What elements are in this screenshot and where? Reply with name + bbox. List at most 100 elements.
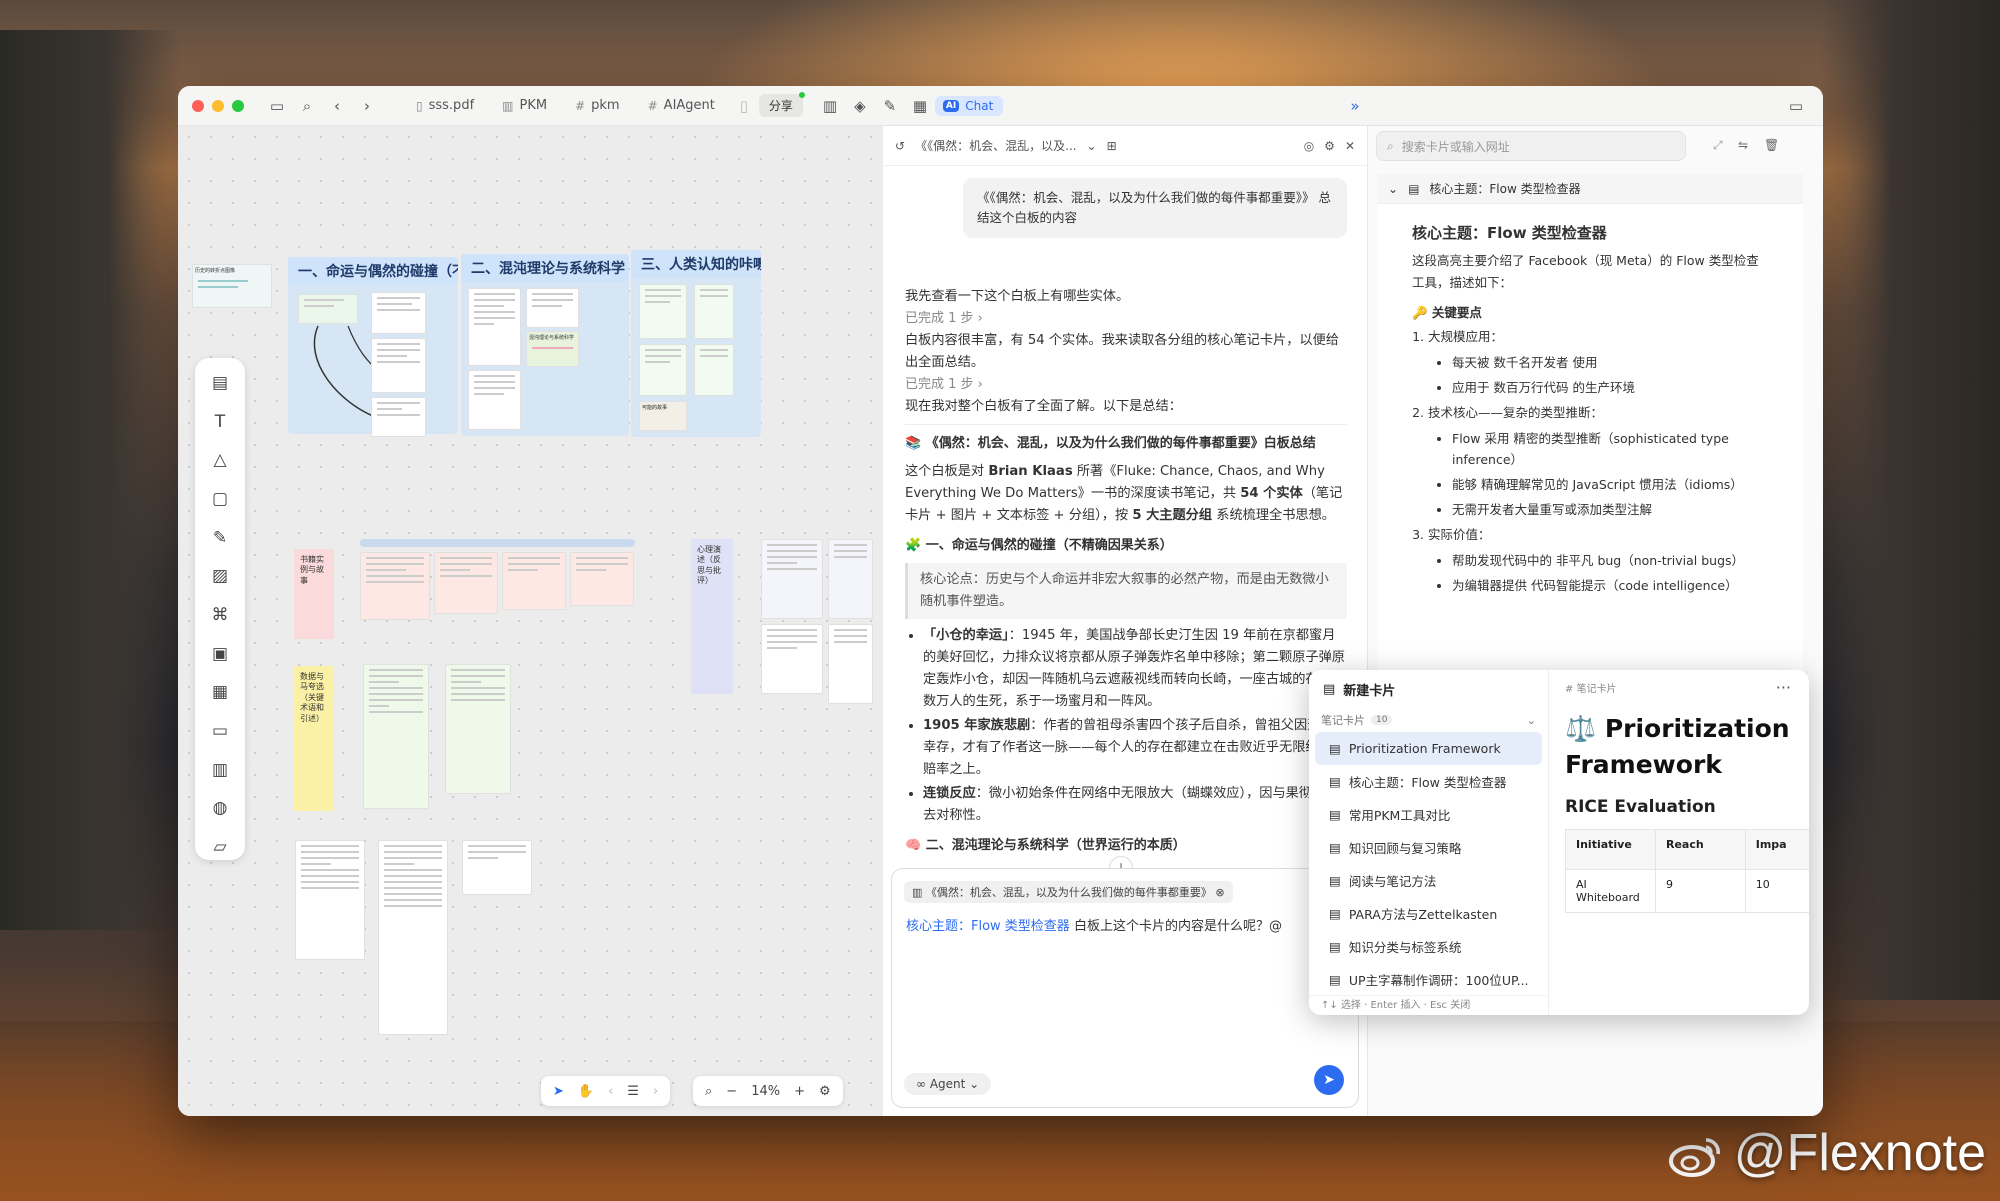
shapes-icon[interactable]: △ [206,447,234,473]
new-card-button[interactable]: ▤ 新建卡片 [1309,670,1548,708]
zoom-out-icon[interactable]: − [726,1084,737,1099]
text-icon[interactable]: T [206,409,234,435]
settings-icon[interactable]: ⚙ [819,1084,831,1099]
note-card[interactable] [468,288,521,366]
note-card[interactable] [360,552,430,620]
forward-icon[interactable]: › [352,93,382,119]
note-card[interactable] [570,552,634,606]
note-card[interactable] [445,664,511,794]
pdf-import-icon[interactable]: ▨ [206,563,234,589]
settings-icon[interactable]: ⚙ [1324,139,1335,153]
step-done[interactable]: 已完成 1 步 › [905,308,1347,330]
step-done[interactable]: 已完成 1 步 › [905,374,1347,396]
note-card[interactable] [298,294,358,324]
send-icon[interactable]: ➤ [1314,1065,1344,1095]
note-card[interactable] [371,397,426,437]
popup-item[interactable]: ▤ 核心主题：Flow 类型检查器 [1315,765,1542,798]
prev-icon[interactable]: ‹ [608,1084,613,1099]
tab-pkm-map[interactable]: ▥ PKM [488,92,561,120]
trash-icon[interactable]: 🗑 [1764,138,1779,152]
note-card[interactable] [828,624,873,704]
database-icon[interactable]: ◎ [1304,139,1314,153]
popup-item[interactable]: ▤ 阅读与笔记方法 [1315,864,1542,897]
note-card[interactable] [363,664,429,809]
calendar-icon[interactable]: ▦ [905,93,935,119]
popup-item[interactable]: ▤ UP主字幕制作调研：100位UP... [1315,963,1542,996]
share-button[interactable]: 分享 [758,92,805,117]
zoom-window-button[interactable] [232,99,244,112]
sticky-note[interactable]: 心理演述（反思与批评） [691,539,733,694]
popup-item[interactable]: ▤ 知识分类与标签系统 [1315,930,1542,963]
back-icon[interactable]: ‹ [322,93,352,119]
zoom-search-icon[interactable]: ⌕ [705,1084,712,1099]
close-icon[interactable]: ✕ [1345,139,1355,153]
expand-panel-icon[interactable]: » [1340,93,1370,119]
note-card[interactable] [828,539,873,619]
search-input[interactable]: ⌕ 搜索卡片或输入网址 [1376,131,1686,161]
map-icon[interactable]: ▥ [206,757,234,783]
note-card[interactable] [468,370,521,430]
zoom-level[interactable]: 14% [751,1084,780,1099]
note-card[interactable] [462,840,532,895]
zoom-in-icon[interactable]: + [794,1084,805,1099]
popup-item[interactable]: ▤ 常用PKM工具对比 [1315,798,1542,831]
note-card[interactable]: 可能的故事 [639,401,687,431]
expand-icon[interactable]: ⤢ [1713,138,1723,153]
sticky-note[interactable]: 书籍实例与故事 [294,549,334,639]
close-window-button[interactable] [192,99,204,112]
sidebar-toggle-icon[interactable]: ▭ [262,93,292,119]
context-chip[interactable]: ▥ 《偶然：机会、混乱，以及为什么我们做的每件事都重要》 ⊗ [904,881,1233,903]
note-body[interactable]: 核心主题：Flow 类型检查器 这段高亮主要介绍了 Facebook（现 Met… [1378,204,1803,612]
note-card[interactable] [295,840,365,960]
note-card[interactable] [526,288,579,328]
note-card[interactable] [378,840,448,1035]
chat-title[interactable]: 《《偶然：机会、混乱，以及... [915,137,1076,154]
popup-item[interactable]: ▤ 知识回顾与复习策略 [1315,831,1542,864]
whiteboard-canvas[interactable]: ▤ T △ ▢ ✎ ▨ ⌘ ▣ ▦ ▭ ▥ ◍ ▱ 历史的转折点图像 一、命运与… [178,126,883,1116]
layers-icon[interactable]: ◈ [845,93,875,119]
grid-icon[interactable]: ▦ [206,680,234,706]
chat-input[interactable]: ▥ 《偶然：机会、混乱，以及为什么我们做的每件事都重要》 ⊗ 核心主题：Flow… [891,868,1359,1108]
note-card[interactable] [502,552,566,610]
card-mention[interactable]: 核心主题：Flow 类型检查器 [906,919,1070,934]
note-card[interactable] [434,552,498,614]
select-tool-icon[interactable]: ➤ [553,1084,564,1099]
popup-item[interactable]: ▤ PARA方法与Zettelkasten [1315,897,1542,930]
frame-icon[interactable]: ▭ [206,718,234,744]
more-icon[interactable]: ··· [1776,678,1791,697]
search-icon[interactable]: ⌕ [292,93,322,119]
new-chat-icon[interactable]: ⊞ [1107,139,1117,153]
note-card[interactable] [639,284,687,339]
document-icon[interactable]: ▢ [206,486,234,512]
popup-item[interactable]: ▤ Prioritization Framework [1315,732,1542,765]
minimize-window-button[interactable] [212,99,224,112]
note-card-icon[interactable]: ▤ [206,370,234,396]
chat-messages[interactable]: 《《偶然：机会、混乱，以及为什么我们做的每件事都重要》》 总结这个白板的内容 我… [883,166,1367,866]
note-card[interactable] [371,292,426,334]
chevron-down-icon[interactable]: ⌄ [1087,139,1097,153]
image-card[interactable]: 历史的转折点图像 [192,264,272,308]
note-card[interactable] [639,344,687,396]
chat-button[interactable]: AI Chat [934,95,1004,116]
note-card[interactable]: 混沌理论与系统科学 [526,331,579,367]
note-card[interactable] [761,624,823,694]
popup-section[interactable]: 笔记卡片 10 ⌄ [1309,708,1548,732]
outline-icon[interactable]: ☰ [627,1084,639,1099]
pen-icon[interactable]: ✎ [206,525,234,551]
note-card[interactable] [371,338,426,393]
note-card[interactable] [694,344,734,396]
image-icon[interactable]: ▣ [206,641,234,667]
connector-icon[interactable]: ⌘ [206,602,234,628]
sticky-note[interactable]: 数据与马夸选（关键术语和引述） [294,666,334,811]
hand-tool-icon[interactable]: ✋ [578,1084,594,1099]
agent-mode-button[interactable]: ∞ Agent ⌄ [904,1073,992,1095]
globe-icon[interactable]: ◍ [206,796,234,822]
tab-overflow-icon[interactable]: ▯ [729,93,759,119]
tab-aiagent[interactable]: # AIAgent [634,92,729,120]
tab-pkm-tag[interactable]: # pkm [561,92,634,120]
history-icon[interactable]: ↺ [895,139,905,153]
input-text[interactable]: 核心主题：Flow 类型检查器 白板上这个卡片的内容是什么呢？@ [906,915,1344,934]
draw-icon[interactable]: ✎ [875,93,905,119]
right-sidebar-toggle-icon[interactable]: ▭ [1781,93,1811,119]
collapse-icon[interactable]: ⌄ [1388,182,1398,196]
